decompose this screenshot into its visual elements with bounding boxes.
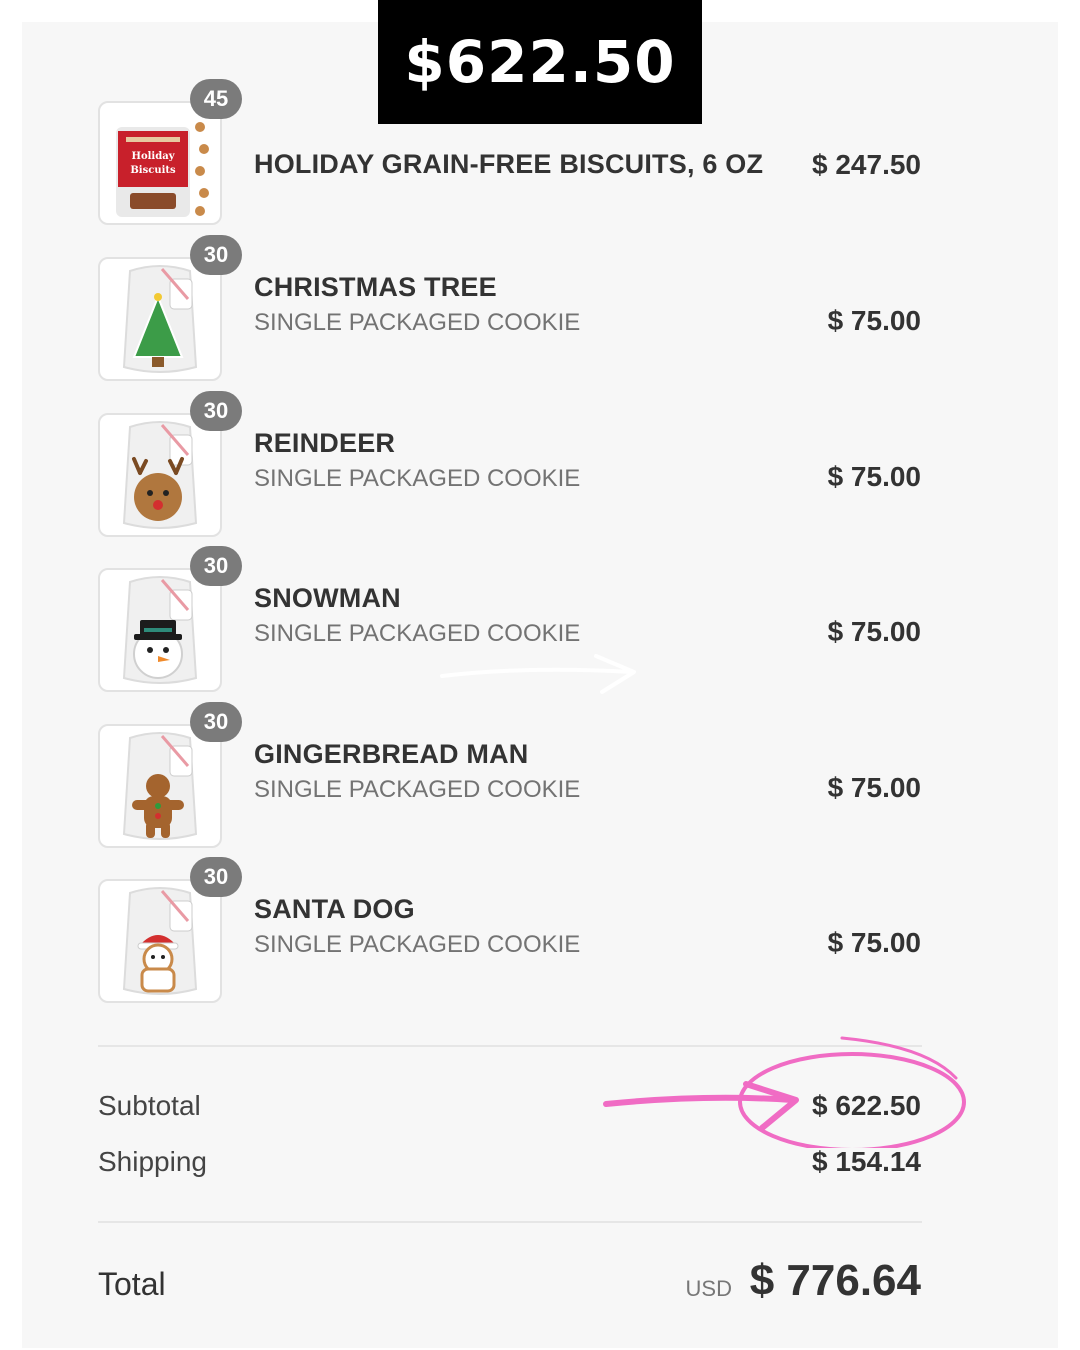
faint-arrow-icon (440, 654, 636, 694)
item-price: $ 75.00 (827, 461, 921, 492)
list-item-christmas-tree: 30 CHRISTMAS TREE SINGLE PACKAGED COOKIE… (0, 235, 1080, 387)
item-name: SANTA DOG (254, 894, 415, 924)
list-item-reindeer: 30 REINDEER SINGLE PACKAGED COOKIE $ 75.… (0, 391, 1080, 543)
quantity-badge: 30 (190, 235, 242, 275)
quantity-badge: 30 (190, 546, 242, 586)
product-thumbnail (98, 257, 222, 381)
banner-amount: $622.50 (404, 28, 676, 96)
item-variant: SINGLE PACKAGED COOKIE (254, 776, 581, 803)
highlight-banner: $622.50 (378, 0, 702, 124)
total-value: $ 776.64 (749, 1256, 921, 1305)
quantity-badge: 30 (190, 391, 242, 431)
christmas-tree-cookie-icon (122, 265, 198, 373)
shipping-label: Shipping (98, 1146, 207, 1177)
total-label: Total (98, 1266, 166, 1302)
item-variant: SINGLE PACKAGED COOKIE (254, 620, 581, 647)
item-variant: SINGLE PACKAGED COOKIE (254, 309, 581, 336)
subtotal-label: Subtotal (98, 1090, 201, 1121)
biscuit-bag-icon: Holiday Biscuits (116, 122, 209, 217)
item-price: $ 75.00 (827, 616, 921, 647)
list-item-santa-dog: 30 SANTA DOG SINGLE PACKAGED COOKIE $ 75… (0, 857, 1080, 1009)
shipping-value: $ 154.14 (812, 1146, 921, 1177)
list-item-gingerbread-man: 30 GINGERBREAD MAN SINGLE PACKAGED COOKI… (0, 702, 1080, 854)
item-name: GINGERBREAD MAN (254, 739, 529, 769)
gingerbread-cookie-icon (122, 732, 198, 840)
item-variant: SINGLE PACKAGED COOKIE (254, 931, 581, 958)
highlight-circle-arrow-icon (603, 1036, 966, 1148)
total-divider (98, 1221, 922, 1223)
quantity-badge: 30 (190, 857, 242, 897)
item-name: SNOWMAN (254, 583, 401, 613)
bag-label-line1: Holiday (132, 151, 176, 162)
product-thumbnail: Holiday Biscuits (98, 101, 222, 225)
item-price: $ 75.00 (827, 305, 921, 336)
product-thumbnail (98, 568, 222, 692)
quantity-badge: 30 (190, 702, 242, 742)
quantity-badge: 45 (190, 79, 242, 119)
item-price: $ 75.00 (827, 927, 921, 958)
item-name: REINDEER (254, 428, 396, 458)
snowman-cookie-icon (122, 576, 198, 684)
item-name: CHRISTMAS TREE (254, 272, 497, 302)
item-price: $ 247.50 (812, 149, 921, 180)
product-thumbnail (98, 879, 222, 1003)
reindeer-cookie-icon (122, 421, 198, 529)
product-thumbnail (98, 413, 222, 537)
item-name: HOLIDAY GRAIN-FREE BISCUITS, 6 OZ (254, 149, 764, 179)
item-variant: SINGLE PACKAGED COOKIE (254, 465, 581, 492)
item-price: $ 75.00 (827, 772, 921, 803)
bag-label-line2: Biscuits (130, 165, 176, 176)
santa-dog-cookie-icon (122, 887, 198, 995)
product-thumbnail (98, 724, 222, 848)
currency-code: USD (685, 1276, 732, 1301)
